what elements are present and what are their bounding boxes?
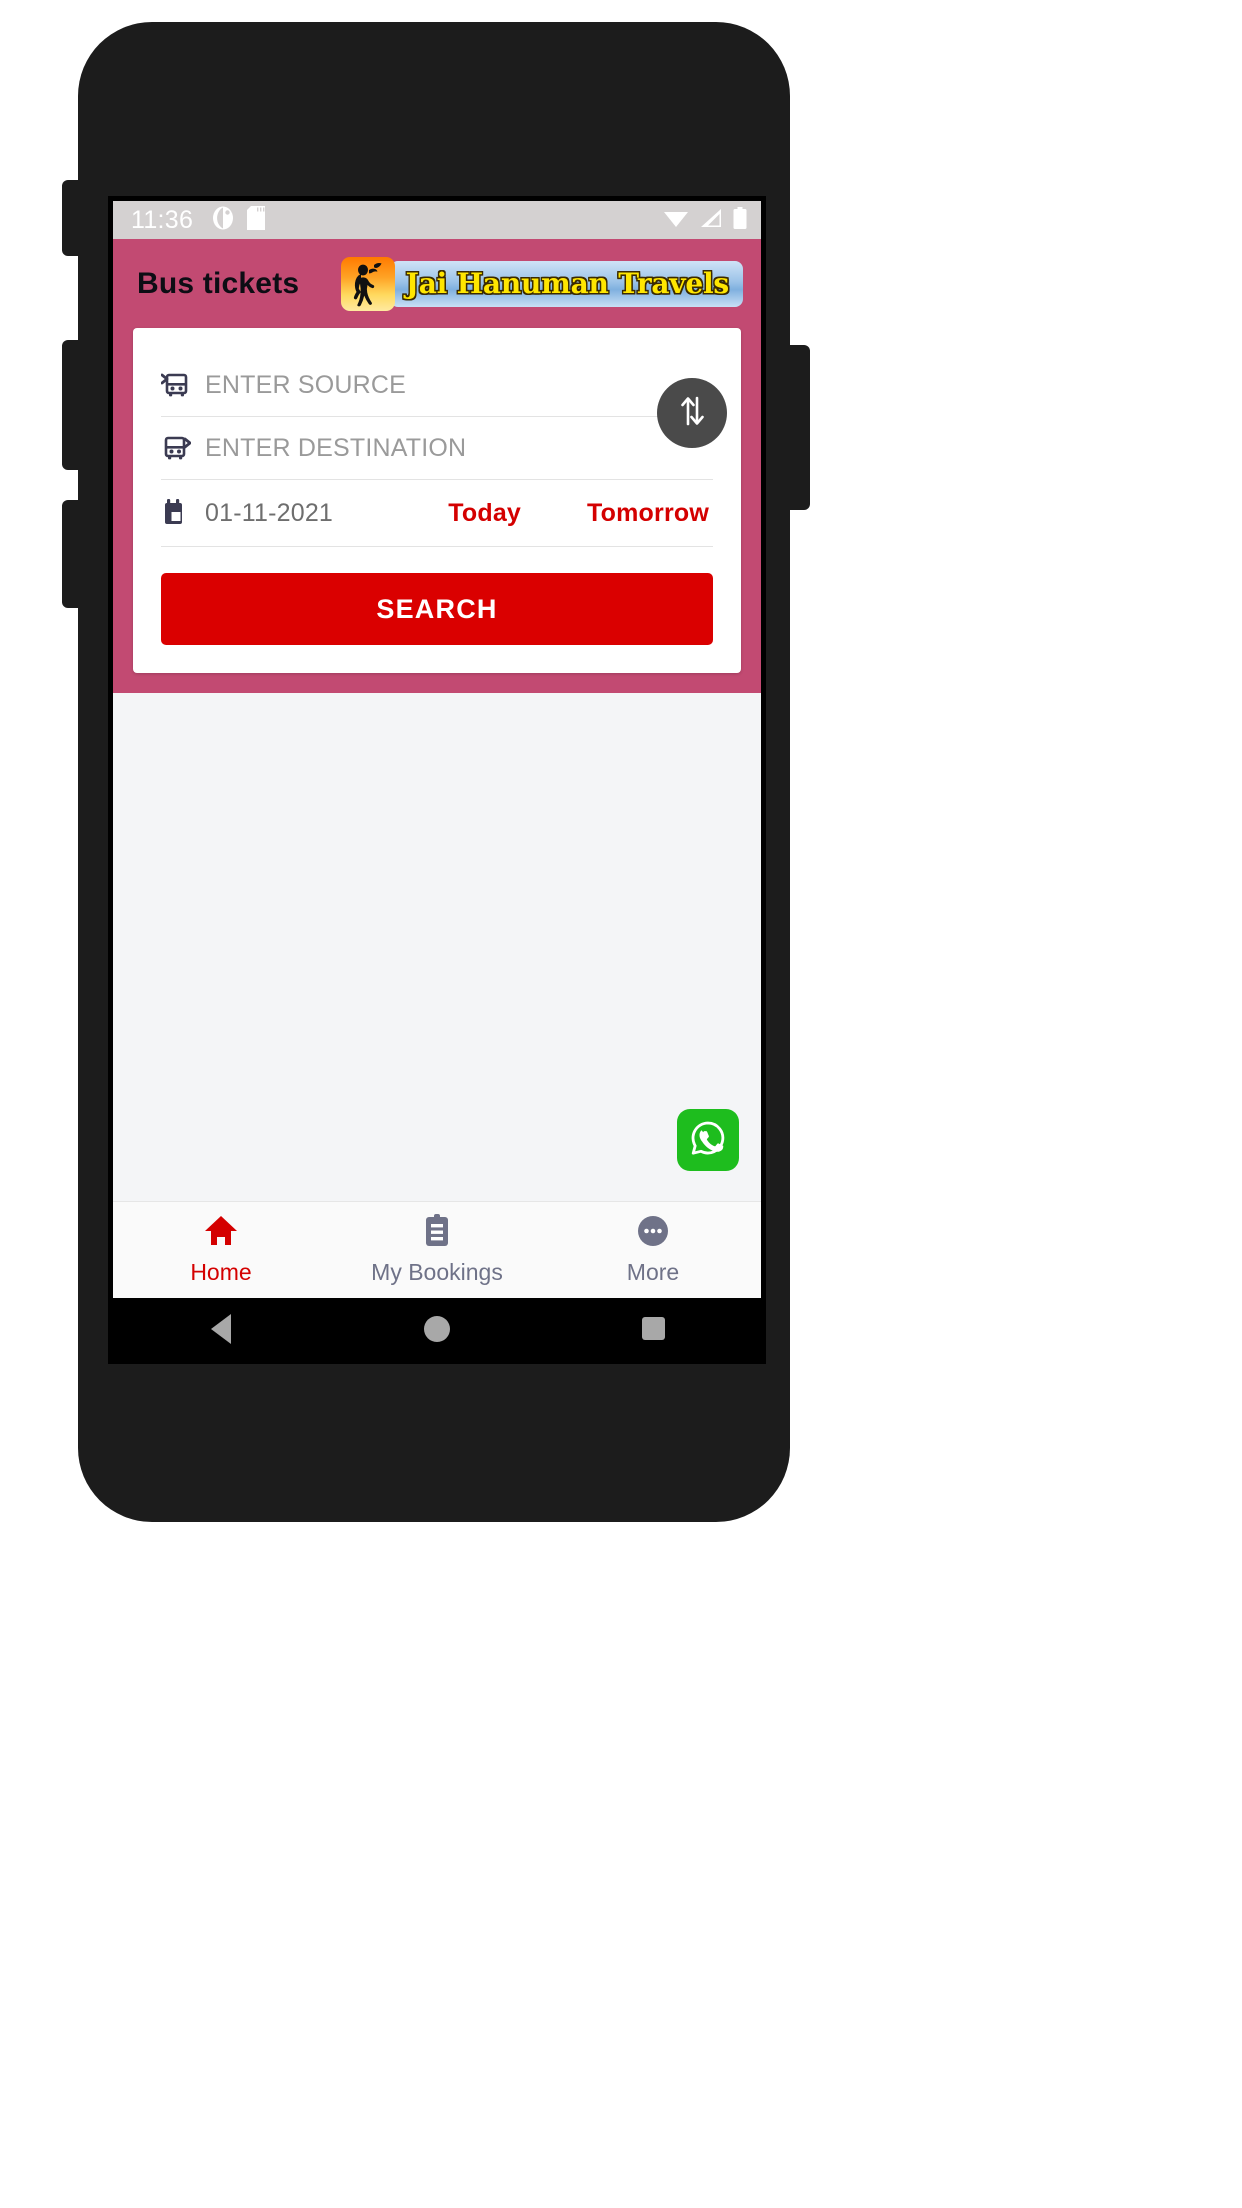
- nav-item-my-bookings[interactable]: My Bookings: [329, 1214, 545, 1286]
- more-dots-icon: [636, 1214, 670, 1253]
- selected-date-value[interactable]: 01-11-2021: [205, 499, 333, 528]
- sd-card-icon: [247, 205, 266, 235]
- system-back-button[interactable]: [113, 1313, 329, 1344]
- system-home-button[interactable]: [329, 1315, 545, 1342]
- home-circle-icon: [424, 1315, 450, 1342]
- android-system-navigation-bar: [113, 1298, 761, 1359]
- hanuman-deity-icon: [340, 256, 395, 311]
- status-bar: 11:36: [113, 201, 761, 239]
- nav-item-home[interactable]: Home: [113, 1214, 329, 1286]
- app-viewport: 11:36 Bus tickets Jai Hanuman Travels EN…: [113, 201, 761, 1298]
- today-quick-select[interactable]: Today: [448, 499, 521, 528]
- power-button[interactable]: [788, 345, 810, 510]
- brand-logo-text: Jai Hanuman Travels: [405, 267, 730, 300]
- search-button[interactable]: SEARCH: [161, 573, 713, 645]
- brand-logo: Jai Hanuman Travels: [340, 256, 743, 311]
- whatsapp-icon: [686, 1116, 730, 1165]
- status-bar-clock: 11:36: [131, 205, 194, 234]
- date-field-row[interactable]: 01-11-2021 Today Tomorrow: [161, 480, 713, 547]
- side-button-lower[interactable]: [62, 500, 82, 608]
- nav-item-more[interactable]: More: [545, 1214, 761, 1286]
- home-icon: [203, 1214, 239, 1253]
- nav-label-my-bookings: My Bookings: [371, 1259, 503, 1285]
- tomorrow-quick-select[interactable]: Tomorrow: [587, 499, 709, 528]
- volume-up-button[interactable]: [62, 180, 82, 256]
- brand-logo-banner: Jai Hanuman Travels: [389, 260, 743, 307]
- bottom-navigation-bar: Home My Bookings More: [113, 1201, 761, 1298]
- source-input-placeholder[interactable]: ENTER SOURCE: [205, 371, 406, 400]
- recents-square-icon: [641, 1317, 665, 1340]
- cellular-signal-icon: [699, 208, 723, 233]
- back-triangle-icon: [211, 1313, 231, 1344]
- phone-screen: 11:36 Bus tickets Jai Hanuman Travels EN…: [108, 196, 766, 1364]
- page-title: Bus tickets: [137, 266, 300, 300]
- camera-icon: [212, 206, 234, 235]
- bus-departure-icon: [161, 433, 195, 463]
- status-bar-notification-icons: [212, 205, 266, 235]
- volume-down-button[interactable]: [62, 340, 82, 470]
- status-bar-system-icons: [663, 206, 747, 234]
- clipboard-icon: [422, 1214, 452, 1253]
- app-bar: Bus tickets Jai Hanuman Travels: [113, 239, 761, 328]
- battery-icon: [733, 206, 747, 234]
- system-recents-button[interactable]: [545, 1317, 761, 1340]
- main-content-area: [113, 693, 761, 1201]
- destination-input-placeholder[interactable]: ENTER DESTINATION: [205, 434, 466, 463]
- source-field-row[interactable]: ENTER SOURCE: [161, 354, 713, 417]
- wifi-icon: [663, 208, 689, 233]
- calendar-icon: [161, 498, 195, 528]
- search-card: ENTER SOURCE ENTER DESTINATION 01-11-202…: [133, 328, 741, 673]
- bus-arrival-icon: [161, 370, 195, 400]
- swap-source-destination-button[interactable]: [657, 378, 727, 448]
- nav-label-home: Home: [190, 1259, 252, 1285]
- destination-field-row[interactable]: ENTER DESTINATION: [161, 417, 713, 480]
- whatsapp-chat-button[interactable]: [677, 1109, 739, 1171]
- nav-label-more: More: [626, 1259, 680, 1285]
- search-hero-section: ENTER SOURCE ENTER DESTINATION 01-11-202…: [113, 328, 761, 693]
- search-button-label: SEARCH: [376, 593, 498, 624]
- swap-vertical-arrows-icon: [675, 392, 709, 435]
- screenshot-stage: 11:36 Bus tickets Jai Hanuman Travels EN…: [0, 0, 1242, 2208]
